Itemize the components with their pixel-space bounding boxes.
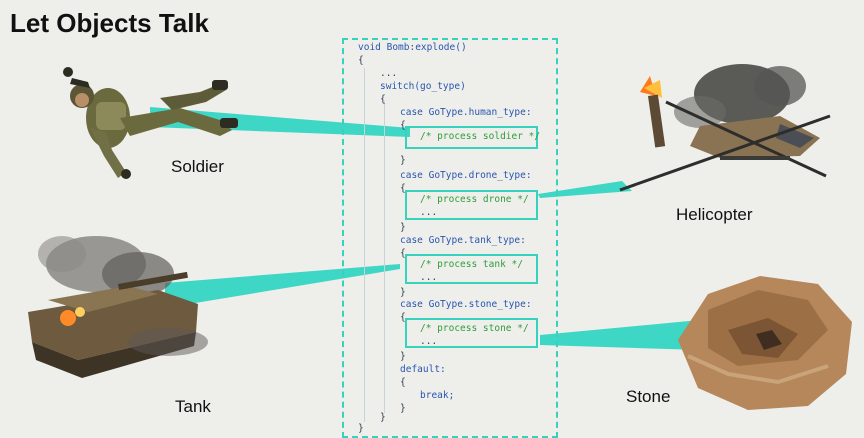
indent-guide [364,68,365,422]
code-line: } [400,155,406,166]
code-line-signature: void Bomb:explode() [358,42,467,53]
code-line: ... [420,336,438,347]
code-line: ... [420,207,438,218]
code-line: { [400,377,406,388]
stone-label: Stone [626,387,671,406]
code-line: } [400,351,406,362]
code-line: } [400,287,406,298]
code-line-default: default: [400,364,446,375]
code-line: ... [420,272,438,283]
code-line-case-tank: case GoType.tank_type: [400,235,526,246]
code-line-switch: switch(go_type) [380,81,466,92]
code-line-case-human: case GoType.human_type: [400,107,532,118]
tank-icon [28,236,208,378]
code-line: ... [380,68,398,79]
code-comment-drone: /* process drone */ [420,194,529,205]
code-line: { [380,94,386,105]
helicopter-icon [619,64,831,192]
code-comment-soldier: /* process soldier */ [420,131,541,142]
helicopter-label: Helicopter [676,205,753,224]
code-line: } [358,423,364,434]
soldier-label: Soldier [171,157,224,176]
code-comment-stone: /* process stone */ [420,323,529,334]
code-line-case-stone: case GoType.stone_type: [400,299,532,310]
code-comment-tank: /* process tank */ [420,259,523,270]
code-line: } [380,412,386,423]
code-line: { [358,55,364,66]
code-line-case-drone: case GoType.drone_type: [400,170,532,181]
code-line-break: break; [420,390,455,401]
indent-guide [384,101,385,413]
stone-icon [678,276,852,410]
code-line: } [400,403,406,414]
tank-label: Tank [175,397,211,416]
code-line: } [400,222,406,233]
